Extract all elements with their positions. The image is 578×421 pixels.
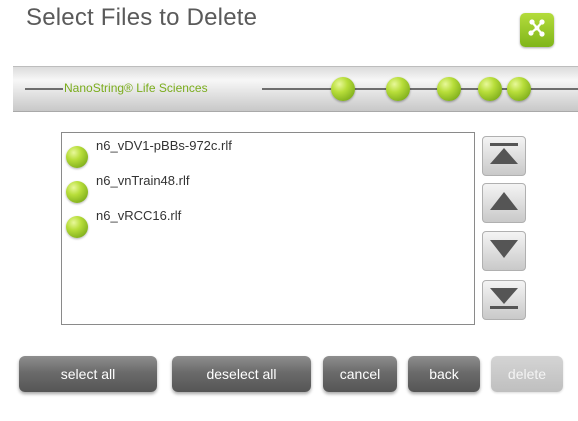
scroll-top-button[interactable] [482,136,526,176]
brand-banner: NanoString® Life Sciences [13,66,578,112]
selection-bullet-icon[interactable] [66,216,88,238]
brand-label: NanoString® Life Sciences [64,81,208,95]
scroll-top-icon [488,141,520,172]
select-all-button[interactable]: select all [19,356,157,392]
file-name: n6_vDV1-pBBs-972c.rlf [96,138,232,153]
file-item[interactable]: n6_vDV1-pBBs-972c.rlf [66,138,456,168]
home-button[interactable] [520,13,554,47]
scroll-up-icon [488,188,520,219]
scroll-bottom-button[interactable] [482,280,526,320]
progress-dot [386,77,410,101]
scroll-down-button[interactable] [482,231,526,271]
network-nodes-icon [525,16,549,45]
file-name: n6_vRCC16.rlf [96,208,182,223]
progress-dot [331,77,355,101]
cancel-button[interactable]: cancel [323,356,397,392]
scroll-down-icon [488,236,520,267]
select-files-screen: Select Files to Delete NanoString® Life … [0,0,578,421]
scroll-up-button[interactable] [482,183,526,223]
page-title: Select Files to Delete [26,4,258,31]
file-list[interactable]: n6_vDV1-pBBs-972c.rlf n6_vnTrain48.rlf n… [61,132,475,325]
banner-divider [25,88,63,90]
file-item[interactable]: n6_vRCC16.rlf [66,208,456,238]
delete-button[interactable]: delete [491,356,563,392]
selection-bullet-icon[interactable] [66,146,88,168]
back-button[interactable]: back [408,356,480,392]
deselect-all-button[interactable]: deselect all [172,356,311,392]
progress-dot [437,77,461,101]
progress-dot [478,77,502,101]
file-name: n6_vnTrain48.rlf [96,173,190,188]
scroll-bottom-icon [488,285,520,316]
progress-dot [507,77,531,101]
selection-bullet-icon[interactable] [66,181,88,203]
file-item[interactable]: n6_vnTrain48.rlf [66,173,456,203]
